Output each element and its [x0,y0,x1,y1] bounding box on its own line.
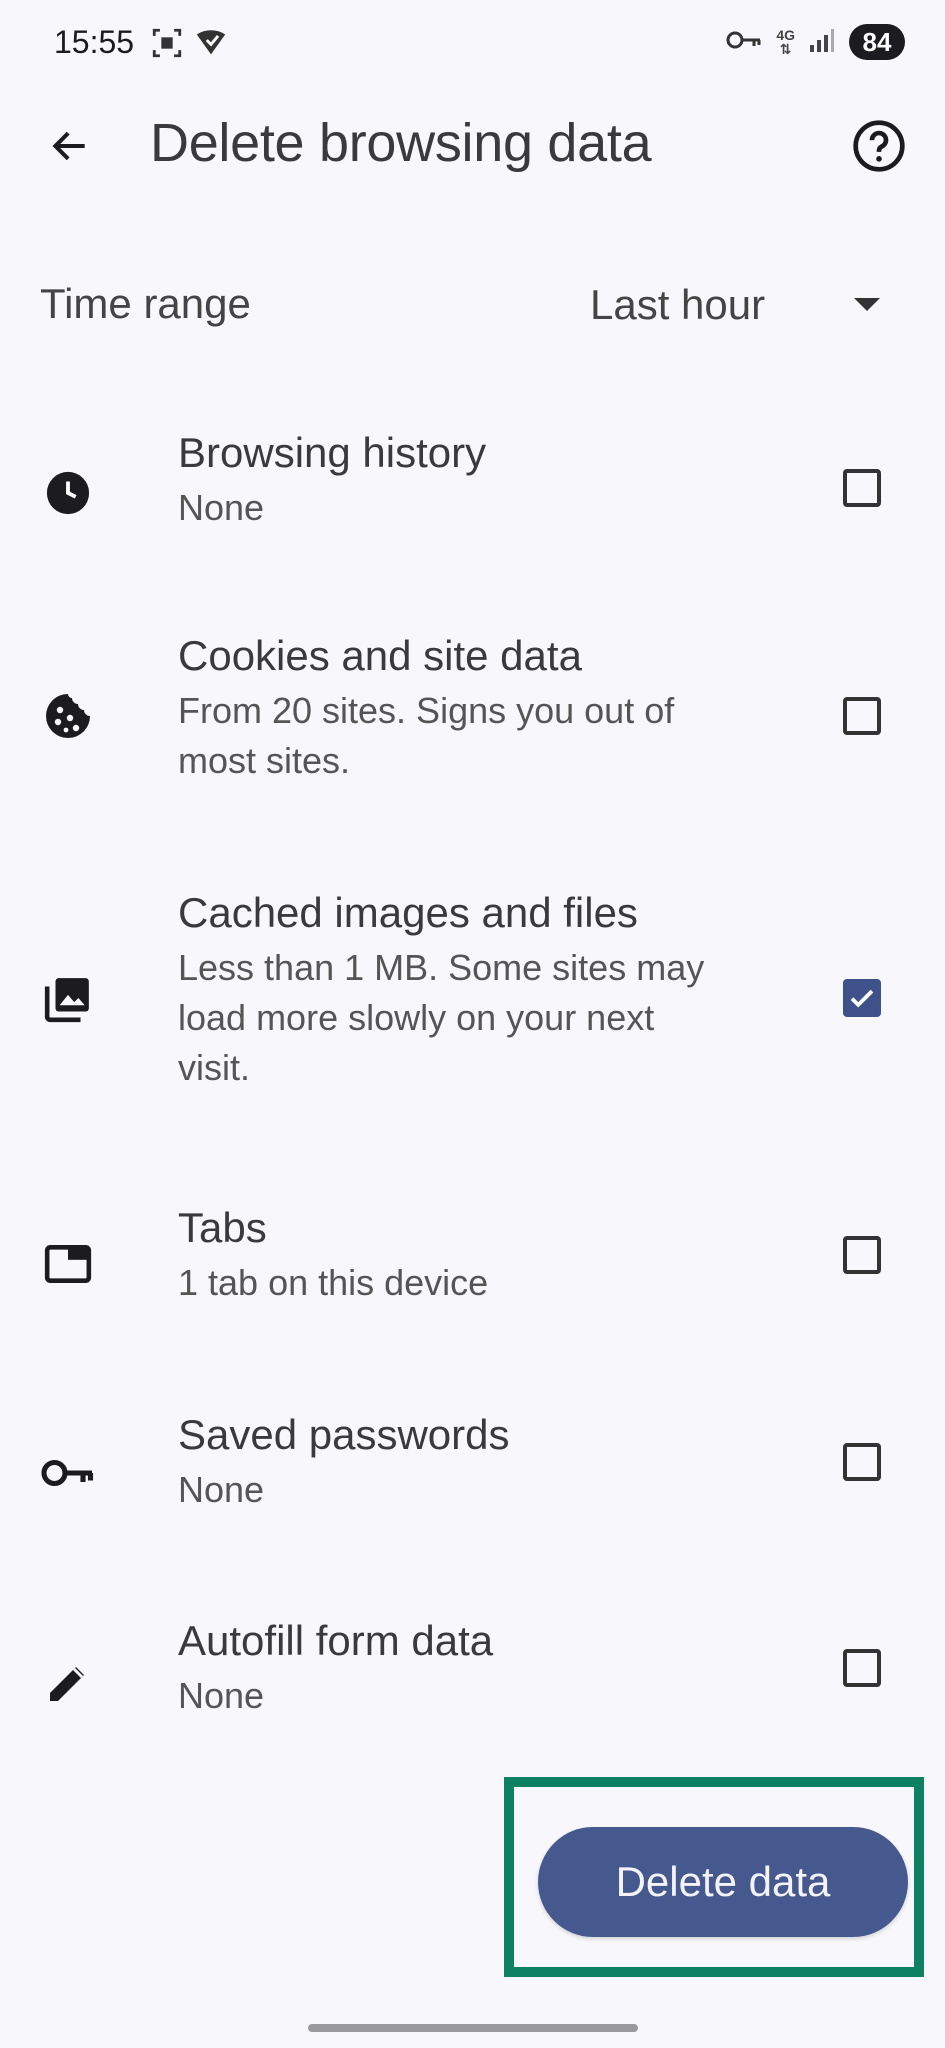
item-tabs[interactable]: Tabs 1 tab on this device [0,1200,945,1330]
item-subtitle: None [178,1469,265,1510]
page-title: Delete browsing data [150,113,652,173]
item-subtitle-line: visit. [178,1047,250,1088]
item-autofill[interactable]: Autofill form data None [0,1613,945,1743]
back-button[interactable] [40,116,100,176]
delete-data-button[interactable]: Delete data [538,1827,908,1937]
item-subtitle-line: load more slowly on your next [178,997,655,1038]
time-range-dropdown[interactable]: Last hour [590,272,900,338]
tabs-checkbox[interactable] [843,1236,881,1274]
key-icon [40,1445,96,1501]
time-range-value: Last hour [590,281,766,328]
item-browsing-history[interactable]: Browsing history None [0,425,945,555]
dropdown-arrow-icon [854,298,880,311]
item-title: Saved passwords [178,1411,510,1458]
item-title: Autofill form data [178,1617,494,1664]
item-subtitle: None [178,1675,265,1716]
item-subtitle-line: From 20 sites. Signs you out of [178,690,675,731]
status-time: 15:55 [54,24,135,60]
time-range-row: Time range Last hour [0,260,945,350]
arrow-back-icon [52,131,85,161]
item-cookies[interactable]: Cookies and site data From 20 sites. Sig… [0,630,945,810]
screenshot-icon [150,26,184,65]
tab-icon [40,1236,96,1292]
battery-indicator: 84 [849,24,905,60]
app-bar: Delete browsing data [0,90,945,200]
item-title: Browsing history [178,429,487,476]
saved-passwords-checkbox[interactable] [843,1443,881,1481]
time-range-label: Time range [40,280,251,327]
autofill-checkbox[interactable] [843,1649,881,1687]
item-title: Tabs [178,1204,267,1251]
browsing-history-checkbox[interactable] [843,469,881,507]
status-bar: 15:55 4G ⇅ 84 [0,0,945,90]
key-status-icon [726,28,762,57]
clock-icon [40,465,96,521]
item-title: Cookies and site data [178,632,582,679]
item-saved-passwords[interactable]: Saved passwords None [0,1407,945,1537]
item-subtitle: None [178,487,265,528]
cached-images-checkbox[interactable] [843,979,881,1017]
item-title: Cached images and files [178,889,638,936]
cookies-checkbox[interactable] [843,697,881,735]
pencil-icon [40,1655,96,1711]
network-type: 4G ⇅ [776,27,795,57]
images-icon [40,971,96,1027]
signal-icon [809,27,835,58]
item-subtitle-line: most sites. [178,740,351,781]
check-icon [850,989,874,1008]
vpn-shield-icon [194,26,228,65]
item-cached-images[interactable]: Cached images and files Less than 1 MB. … [0,887,945,1117]
cookie-icon [40,688,96,744]
item-subtitle-line: Less than 1 MB. Some sites may [178,947,705,988]
help-button[interactable] [845,112,913,180]
home-indicator[interactable] [308,2024,638,2032]
item-subtitle: 1 tab on this device [178,1262,489,1303]
help-icon [853,120,905,172]
